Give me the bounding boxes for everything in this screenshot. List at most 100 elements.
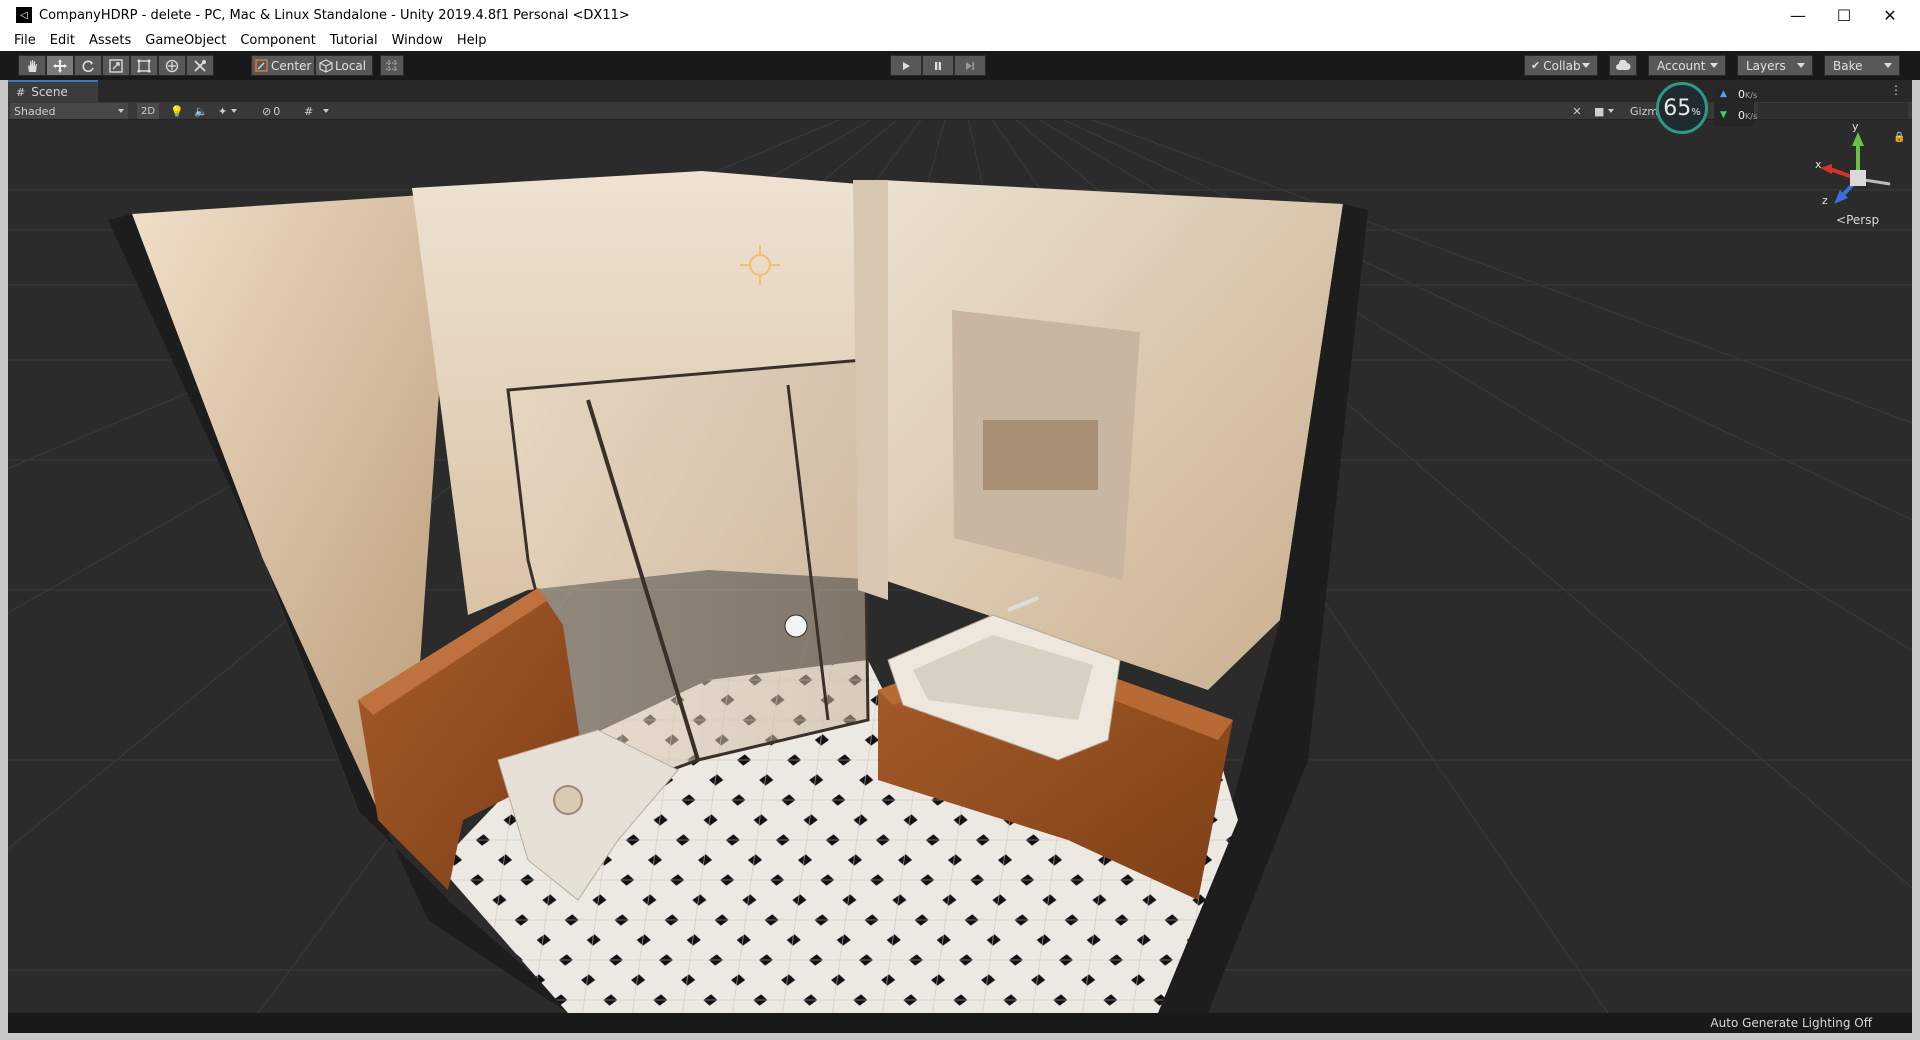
upload-arrow-icon: ▲ xyxy=(1720,89,1727,99)
pivot-mode-label: Center xyxy=(271,58,312,73)
menu-help[interactable]: Help xyxy=(450,33,494,48)
pivot-rotation-label: Local xyxy=(335,58,367,73)
play-button[interactable] xyxy=(890,55,922,76)
rotate-icon xyxy=(82,60,94,72)
chevron-down-icon xyxy=(1884,63,1892,68)
chevron-down-icon xyxy=(1797,63,1805,68)
grid-icon: # xyxy=(304,104,314,118)
hidden-count: 0 xyxy=(273,104,281,118)
projection-toggle[interactable]: <Persp xyxy=(1836,213,1879,227)
pivot-mode-toggle[interactable]: Center xyxy=(251,55,315,76)
grid-snap-icon xyxy=(386,59,398,72)
draw-mode-dropdown[interactable]: Shaded xyxy=(10,103,128,119)
pause-button[interactable] xyxy=(922,55,954,76)
menu-assets[interactable]: Assets xyxy=(82,33,138,48)
toggle-2d-label: 2D xyxy=(140,105,156,117)
chevron-down-icon xyxy=(1582,63,1590,68)
tab-scene[interactable]: # Scene xyxy=(8,80,98,102)
draw-mode-label: Shaded xyxy=(14,104,56,118)
transform-icon xyxy=(165,59,179,72)
window-title: CompanyHDRP - delete - PC, Mac & Linux S… xyxy=(39,7,630,23)
chevron-left-icon: < xyxy=(1836,213,1847,227)
download-value: 0 xyxy=(1738,109,1745,122)
hidden-objects-toggle[interactable]: ⊘ 0 xyxy=(262,103,296,119)
unity-logo-icon: ◁ xyxy=(16,7,32,23)
upload-value: 0 xyxy=(1738,88,1745,101)
right-border xyxy=(1912,80,1920,1033)
pause-icon xyxy=(935,61,941,70)
title-bar: ◁ CompanyHDRP - delete - PC, Mac & Linux… xyxy=(0,0,1920,30)
snap-grid-button[interactable] xyxy=(380,55,404,76)
rect-icon xyxy=(137,59,151,72)
move-icon xyxy=(53,58,67,73)
lighting-status[interactable]: Auto Generate Lighting Off xyxy=(1710,1016,1872,1030)
menu-bar: File Edit Assets GameObject Component Tu… xyxy=(0,30,1920,51)
bottom-border xyxy=(0,1033,1920,1040)
status-bar: Auto Generate Lighting Off xyxy=(8,1013,1912,1033)
unity-editor-window: ◁ CompanyHDRP - delete - PC, Mac & Linux… xyxy=(0,0,1920,1040)
lighting-toggle[interactable]: 💡 xyxy=(168,103,186,119)
menu-component[interactable]: Component xyxy=(233,33,322,48)
reflection-probe-gizmo-icon xyxy=(784,614,808,638)
layout-dropdown[interactable]: Bake xyxy=(1824,55,1900,76)
maximize-button[interactable]: ☐ xyxy=(1821,0,1867,30)
chevron-down-icon xyxy=(1608,109,1615,113)
menu-file[interactable]: File xyxy=(0,33,43,48)
left-border xyxy=(0,80,8,1033)
layout-label: Bake xyxy=(1833,58,1863,73)
layers-dropdown[interactable]: Layers xyxy=(1737,55,1813,76)
cloud-services-button[interactable] xyxy=(1609,55,1637,76)
scene-tab-label: Scene xyxy=(31,85,68,99)
speaker-icon: 🔈 xyxy=(194,104,208,118)
pivot-rotation-toggle[interactable]: Local xyxy=(315,55,373,76)
custom-tool-button[interactable] xyxy=(186,55,214,76)
hand-tool-button[interactable] xyxy=(18,55,46,76)
axis-label-z: z xyxy=(1822,194,1828,207)
upload-unit: K/s xyxy=(1745,91,1758,100)
rotate-tool-button[interactable] xyxy=(74,55,102,76)
collab-dropdown[interactable]: ✔ Collab xyxy=(1524,55,1598,76)
audio-toggle[interactable]: 🔈 xyxy=(192,103,210,119)
scene-view-toolbar: Shaded 2D 💡 🔈 ✦ ⊘ 0 # ✕ ■ Gizm xyxy=(8,102,1912,120)
cube-icon xyxy=(319,58,333,73)
scene-tools-button[interactable]: ✕ xyxy=(1568,103,1586,119)
fps-value: 65 xyxy=(1663,95,1692,121)
pivot-center-icon xyxy=(255,58,268,72)
effects-icon: ✦ xyxy=(218,104,228,118)
camera-icon: ■ xyxy=(1594,104,1605,118)
close-button[interactable]: ✕ xyxy=(1867,0,1913,30)
tools-icon xyxy=(194,59,206,72)
download-rate: 0K/s xyxy=(1738,109,1757,122)
move-tool-button[interactable] xyxy=(46,55,74,76)
step-button[interactable] xyxy=(954,55,986,76)
collab-label: Collab xyxy=(1543,58,1581,73)
account-label: Account xyxy=(1657,58,1706,73)
scene-tab-bar: # Scene ⋮ xyxy=(8,80,1912,102)
menu-tutorial[interactable]: Tutorial xyxy=(323,33,385,48)
fps-widget: 65% ▲ ▼ 0K/s 0K/s xyxy=(1648,80,1920,134)
upload-rate: 0K/s xyxy=(1738,88,1757,101)
lock-icon[interactable]: 🔒 xyxy=(1893,132,1905,143)
grid-icon: # xyxy=(16,85,26,99)
scale-tool-button[interactable] xyxy=(102,55,130,76)
cloud-icon xyxy=(1616,59,1631,70)
download-arrow-icon: ▼ xyxy=(1720,110,1727,120)
transform-tool-button[interactable] xyxy=(158,55,186,76)
camera-dropdown[interactable]: ■ xyxy=(1594,103,1624,119)
tools-icon: ✕ xyxy=(1572,104,1582,118)
grid-visibility-dropdown[interactable]: # xyxy=(304,103,344,119)
projection-label: Persp xyxy=(1846,213,1880,227)
toggle-2d-button[interactable]: 2D xyxy=(137,103,159,119)
minimize-button[interactable]: — xyxy=(1775,0,1821,30)
rect-tool-button[interactable] xyxy=(130,55,158,76)
checkmark-icon: ✔ xyxy=(1531,59,1541,72)
lightbulb-icon: 💡 xyxy=(170,104,184,118)
scene-viewport[interactable]: y x z 🔒 <Persp xyxy=(8,120,1912,1013)
menu-gameobject[interactable]: GameObject xyxy=(138,33,233,48)
main-toolbar: Center Local ✔ Collab Account Layers Bak… xyxy=(0,51,1920,80)
menu-window[interactable]: Window xyxy=(385,33,450,48)
effects-dropdown[interactable]: ✦ xyxy=(218,103,254,119)
layers-label: Layers xyxy=(1746,58,1786,73)
account-dropdown[interactable]: Account xyxy=(1648,55,1726,76)
menu-edit[interactable]: Edit xyxy=(43,33,82,48)
